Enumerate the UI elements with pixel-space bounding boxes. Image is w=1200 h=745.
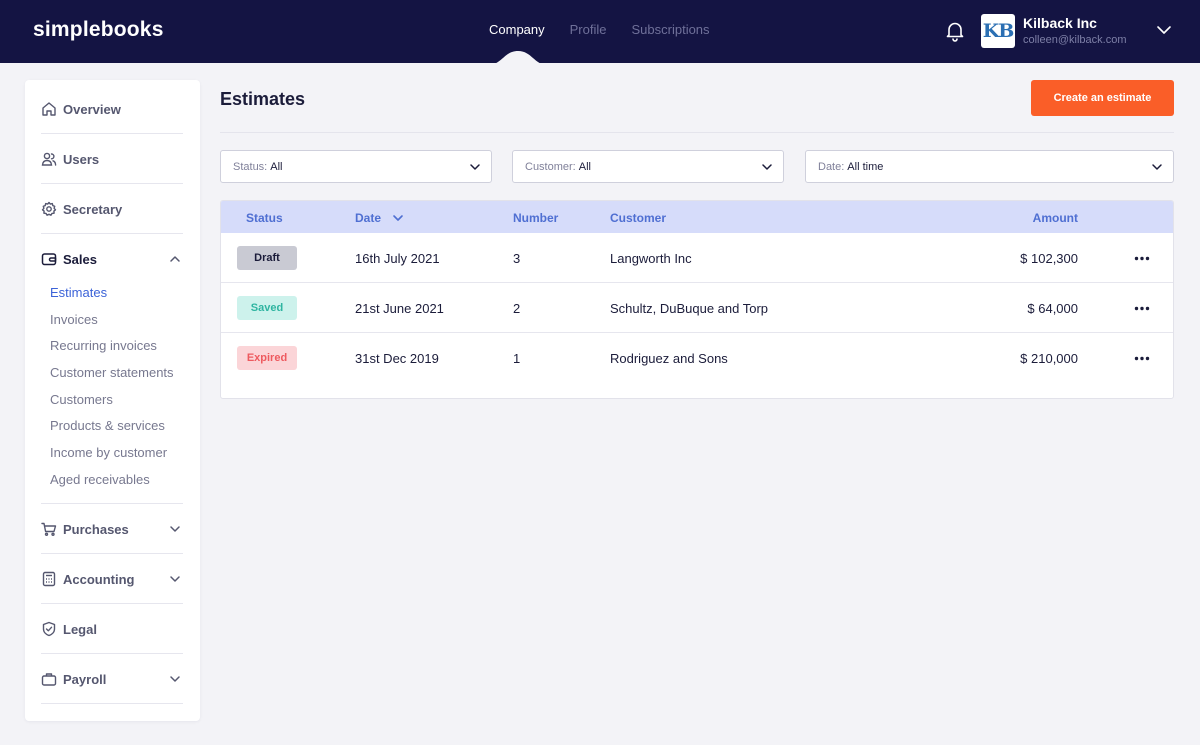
- nav-tab-profile[interactable]: Profile: [570, 22, 607, 37]
- cart-icon: [41, 522, 57, 537]
- estimate-amount: $ 102,300: [1020, 251, 1078, 266]
- gear-icon: [41, 201, 57, 216]
- sidebar-item-users[interactable]: Users: [41, 134, 183, 184]
- estimate-amount: $ 210,000: [1020, 351, 1078, 366]
- estimate-number: 3: [513, 251, 521, 266]
- top-nav: Company Profile Subscriptions: [489, 22, 710, 37]
- chevron-down-icon: [1152, 164, 1162, 170]
- users-icon: [41, 152, 57, 166]
- company-logo[interactable]: KB: [981, 14, 1015, 48]
- briefcase-icon: [41, 673, 57, 686]
- customer-filter-select[interactable]: Customer: All: [512, 150, 784, 183]
- sidebar-item-label: Secretary: [63, 201, 123, 217]
- sidebar-item-legal[interactable]: Legal: [41, 604, 183, 654]
- sidebar-item-label: Legal: [63, 621, 97, 637]
- submenu-item-estimates[interactable]: Estimates: [50, 286, 174, 313]
- page-title: Estimates: [220, 89, 306, 109]
- date-filter-select[interactable]: Date: All time: [805, 150, 1174, 183]
- submenu-item-products-services[interactable]: Products & services: [50, 419, 174, 446]
- company-name[interactable]: Kilback Inc: [1023, 15, 1097, 31]
- table-row[interactable]: Expired 31st Dec 2019 1 Rodriguez and So…: [221, 333, 1173, 383]
- chevron-down-icon: [470, 164, 480, 170]
- sidebar-item-overview[interactable]: Overview: [41, 84, 183, 134]
- column-header-status[interactable]: Status: [246, 211, 283, 225]
- calculator-icon: [42, 571, 56, 587]
- account-email: colleen@kilback.com: [1023, 34, 1127, 46]
- filter-value: All time: [847, 161, 884, 173]
- column-header-customer[interactable]: Customer: [610, 211, 666, 225]
- sidebar-item-purchases[interactable]: Purchases: [41, 504, 183, 554]
- estimate-date: 31st Dec 2019: [355, 351, 439, 366]
- chevron-down-icon: [762, 164, 772, 170]
- sidebar: Overview Users Secretary Sales Estimates…: [25, 80, 200, 721]
- more-options-icon[interactable]: [1134, 256, 1150, 261]
- status-badge: Saved: [237, 296, 297, 320]
- sidebar-item-sales[interactable]: Sales: [41, 234, 183, 284]
- estimates-table: Status Date Number Customer Amount Draft…: [220, 200, 1174, 399]
- nav-tab-company[interactable]: Company: [489, 22, 545, 37]
- filter-value: All: [270, 161, 283, 173]
- estimate-number: 1: [513, 351, 521, 366]
- sidebar-item-payroll[interactable]: Payroll: [41, 654, 183, 704]
- estimate-customer: Schultz, DuBuque and Torp: [610, 301, 769, 316]
- column-header-number[interactable]: Number: [513, 211, 558, 225]
- sidebar-item-accounting[interactable]: Accounting: [41, 554, 183, 604]
- estimate-amount: $ 64,000: [1027, 301, 1078, 316]
- estimate-date: 21st June 2021: [355, 301, 444, 316]
- chevron-down-icon[interactable]: [169, 673, 181, 685]
- active-tab-indicator: [488, 51, 548, 65]
- sort-chevron-icon[interactable]: [392, 212, 404, 224]
- status-filter-select[interactable]: Status: All: [220, 150, 492, 183]
- status-badge: Expired: [237, 346, 297, 370]
- estimate-customer: Rodriguez and Sons: [610, 351, 728, 366]
- more-options-icon[interactable]: [1134, 356, 1150, 361]
- column-header-date[interactable]: Date: [355, 211, 381, 225]
- table-row[interactable]: Saved 21st June 2021 2 Schultz, DuBuque …: [221, 283, 1173, 333]
- sidebar-item-label: Accounting: [63, 571, 135, 587]
- nav-tab-subscriptions[interactable]: Subscriptions: [632, 22, 710, 37]
- table-header: Status Date Number Customer Amount: [221, 201, 1173, 233]
- filter-label: Status:: [233, 161, 268, 173]
- app-logo[interactable]: simplebooks: [33, 18, 164, 42]
- shield-icon: [42, 621, 56, 637]
- submenu-item-customers[interactable]: Customers: [50, 393, 174, 420]
- filter-value: All: [578, 161, 591, 173]
- create-estimate-button[interactable]: Create an estimate: [1031, 80, 1174, 116]
- sidebar-item-label: Overview: [63, 101, 121, 117]
- sales-submenu: Estimates Invoices Recurring invoices Cu…: [50, 286, 174, 500]
- sidebar-item-label: Users: [63, 151, 100, 167]
- submenu-item-aged-receivables[interactable]: Aged receivables: [50, 473, 174, 500]
- submenu-item-recurring-invoices[interactable]: Recurring invoices: [50, 339, 174, 366]
- chevron-down-icon[interactable]: [169, 523, 181, 535]
- sidebar-item-label: Purchases: [63, 521, 129, 537]
- filter-label: Date:: [818, 161, 845, 173]
- more-options-icon[interactable]: [1134, 306, 1150, 311]
- chevron-down-icon[interactable]: [1156, 24, 1172, 36]
- home-icon: [42, 102, 56, 116]
- top-bar: simplebooks Company Profile Subscription…: [0, 0, 1200, 65]
- submenu-item-customer-statements[interactable]: Customer statements: [50, 366, 174, 393]
- filter-label: Customer:: [525, 161, 576, 173]
- wallet-icon: [41, 253, 57, 266]
- estimate-customer: Langworth Inc: [610, 251, 692, 266]
- estimate-number: 2: [513, 301, 521, 316]
- table-row[interactable]: Draft 16th July 2021 3 Langworth Inc $ 1…: [221, 233, 1173, 283]
- submenu-item-invoices[interactable]: Invoices: [50, 313, 174, 340]
- column-header-amount[interactable]: Amount: [1033, 211, 1078, 225]
- bell-icon[interactable]: [945, 20, 965, 42]
- submenu-item-income-by-customer[interactable]: Income by customer: [50, 446, 174, 473]
- sidebar-item-secretary[interactable]: Secretary: [41, 184, 183, 234]
- chevron-down-icon[interactable]: [169, 573, 181, 585]
- status-badge: Draft: [237, 246, 297, 270]
- sidebar-item-label: Payroll: [63, 671, 107, 687]
- divider: [220, 132, 1174, 133]
- chevron-up-icon[interactable]: [169, 253, 181, 265]
- estimate-date: 16th July 2021: [355, 251, 440, 266]
- sidebar-item-label: Sales: [63, 251, 97, 267]
